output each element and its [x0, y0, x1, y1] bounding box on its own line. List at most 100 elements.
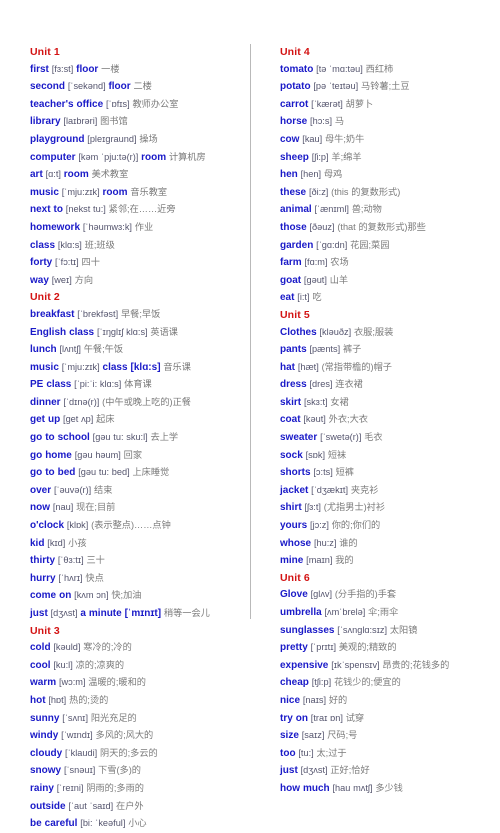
entry-translation: 早餐;早饭 — [120, 308, 161, 319]
entry-phonetic: [ˈpi:ˈi: klɑ:s] — [74, 379, 122, 390]
entry-word: rainy — [30, 782, 54, 794]
entry-translation: 太;过于 — [316, 747, 347, 758]
entry-word: sunny — [30, 712, 60, 724]
entry-phonetic: [kɪd] — [47, 537, 66, 548]
entry-translation: (表示整点)……点钟 — [91, 520, 171, 531]
entry-phonetic: [ˈprɪtɪ] — [310, 642, 337, 653]
vocabulary-entry: tomato [tə ˈmɑ:təu] 西红柿 — [280, 61, 486, 79]
vocabulary-entry: just [dʒʌst] 正好;恰好 — [280, 762, 486, 780]
vocabulary-entry: teacher's office [ˈɒfɪs] 教师办公室 — [30, 96, 250, 114]
entry-translation: 凉的;凉爽的 — [75, 659, 125, 670]
vocabulary-entry: class [klɑ:s] 班;班级 — [30, 237, 250, 255]
entry-word: hot — [30, 694, 46, 706]
column-left: Unit 1 first [fɜ:st] floor 一楼 second [ˈsek… — [14, 44, 250, 833]
entry-extra: room — [102, 186, 128, 198]
entry-translation: 音乐课 — [163, 361, 191, 372]
entry-translation: 教师办公室 — [132, 98, 179, 109]
entry-phonetic: [ˈsʌnɪ] — [62, 712, 88, 723]
entry-word: mine — [280, 555, 304, 567]
entry-translation: 方向 — [74, 274, 94, 285]
entry-translation: 短袜 — [327, 449, 347, 460]
vocabulary-entry: expensive [ɪkˈspensɪv] 昂贵的;花钱多的 — [280, 657, 486, 675]
vocabulary-entry: dress [dres] 连衣裙 — [280, 376, 486, 394]
entry-word: hat — [280, 361, 295, 373]
entry-word: breakfast — [30, 308, 75, 320]
entry-word: eat — [280, 292, 295, 304]
entry-translation: 胡萝卜 — [345, 98, 374, 109]
entry-word: music — [30, 186, 59, 198]
entry-phonetic: [ˈwɪndɪ] — [61, 730, 93, 741]
entry-extra: floor — [108, 81, 131, 93]
entry-phonetic: [ˈænɪml] — [314, 204, 349, 215]
entry-word: garden — [280, 239, 314, 251]
entry-extra: room — [141, 151, 167, 163]
vocabulary-entry: just [dʒʌst] a minute [ˈmɪnɪt] 稍等一会儿 — [30, 605, 250, 623]
vocabulary-entry: sweater [ˈswetə(r)] 毛衣 — [280, 429, 486, 447]
vocabulary-entry: way [weɪ] 方向 — [30, 272, 250, 290]
entry-phonetic: [ɪkˈspensɪv] — [331, 659, 380, 670]
entry-word: goat — [280, 274, 302, 286]
entry-translation: 起床 — [96, 414, 115, 425]
entry-word: yours — [280, 520, 308, 532]
vocabulary-entry: go to school [gəu tu: sku:l] 去上学 — [30, 429, 250, 447]
entry-phonetic: [hen] — [300, 169, 322, 180]
vocabulary-entry: animal [ˈænɪml] 兽;动物 — [280, 201, 486, 219]
entry-extra: room — [63, 169, 89, 181]
entry-translation: 快;加油 — [111, 590, 142, 601]
vocabulary-entry: jacket [ˈdʒækɪt] 夹克衫 — [280, 482, 486, 500]
entry-translation: 小孩 — [68, 537, 87, 548]
entry-translation: 午餐;午饭 — [83, 344, 124, 355]
entry-translation: 毛衣 — [364, 432, 383, 443]
entry-phonetic: [weɪ] — [51, 274, 72, 285]
entry-translation: 母牛;奶牛 — [325, 133, 365, 144]
entry-word: kid — [30, 537, 45, 549]
column-divider — [250, 44, 251, 619]
entry-phonetic: [ˈsnəuɪ] — [63, 765, 96, 776]
entry-translation: 阳光充足的 — [90, 712, 137, 723]
entry-phonetic: [ˈmju:zɪk] — [61, 186, 100, 197]
entry-word: come on — [30, 590, 72, 602]
vocabulary-entry: cool [ku:l] 凉的;凉爽的 — [30, 657, 250, 675]
entry-phonetic: [ðəuz] — [309, 221, 335, 232]
entry-phonetic: [glʌv] — [310, 589, 333, 600]
entry-word: lunch — [30, 344, 57, 356]
vocabulary-entry: go home [gəu həum] 回家 — [30, 447, 250, 465]
entry-phonetic: [fɑ:m] — [304, 257, 328, 268]
entry-phonetic: [ˈbrekfəst] — [77, 308, 119, 319]
entry-phonetic: [ˈaut ˈsaɪd] — [68, 800, 114, 811]
entry-translation: 花钱少的;便宜的 — [333, 677, 401, 688]
entry-word: shorts — [280, 467, 311, 479]
entry-word: those — [280, 221, 307, 233]
entry-phonetic: [ˈfɔ:tɪ] — [55, 257, 79, 268]
entry-phonetic: [kau] — [302, 133, 323, 144]
entry-phonetic: [hɔ:s] — [310, 116, 333, 127]
entry-translation: 太阳镜 — [389, 624, 418, 635]
entry-word: pretty — [280, 642, 308, 654]
entry-word: animal — [280, 204, 312, 216]
entry-translation: 操场 — [139, 133, 158, 144]
entry-word: sweater — [280, 432, 318, 444]
entry-translation: 短裤 — [335, 467, 354, 478]
vocabulary-entry: Clothes [kləuðz] 衣服;服装 — [280, 324, 486, 342]
vocabulary-entry: library [laɪbrəri] 图书馆 — [30, 113, 250, 131]
entry-extra: a minute [ˈmɪnɪt] — [80, 608, 162, 619]
vocabulary-entry: potato [pə ˈteɪtəu] 马铃薯;土豆 — [280, 78, 486, 96]
entry-word: cold — [30, 642, 51, 654]
entry-phonetic: [gəu tu: sku:l] — [92, 432, 148, 443]
entry-phonetic: [get ʌp] — [63, 414, 94, 425]
vocabulary-entry: PE class [ˈpi:ˈi: klɑ:s] 体育课 — [30, 376, 250, 394]
entry-phonetic: [saɪz] — [301, 730, 325, 741]
vocabulary-entry: forty [ˈfɔ:tɪ] 四十 — [30, 254, 250, 272]
entry-translation: (尤指男士)衬衫 — [323, 502, 386, 513]
vocabulary-entry: whose [hu:z] 谁的 — [280, 535, 486, 553]
entry-translation: 小心 — [128, 818, 147, 829]
entry-word: snowy — [30, 765, 62, 777]
entry-word: computer — [30, 151, 76, 163]
entry-phonetic: [jɔ:z] — [310, 520, 329, 531]
entry-translation: 一楼 — [101, 63, 120, 74]
entry-translation: 夹克衫 — [350, 484, 379, 495]
entry-word: teacher's office — [30, 98, 104, 110]
entry-translation: 美术教室 — [91, 169, 129, 180]
entry-phonetic: [ˈreɪni] — [56, 782, 84, 793]
entry-phonetic: [ˈklaudi] — [65, 747, 98, 758]
